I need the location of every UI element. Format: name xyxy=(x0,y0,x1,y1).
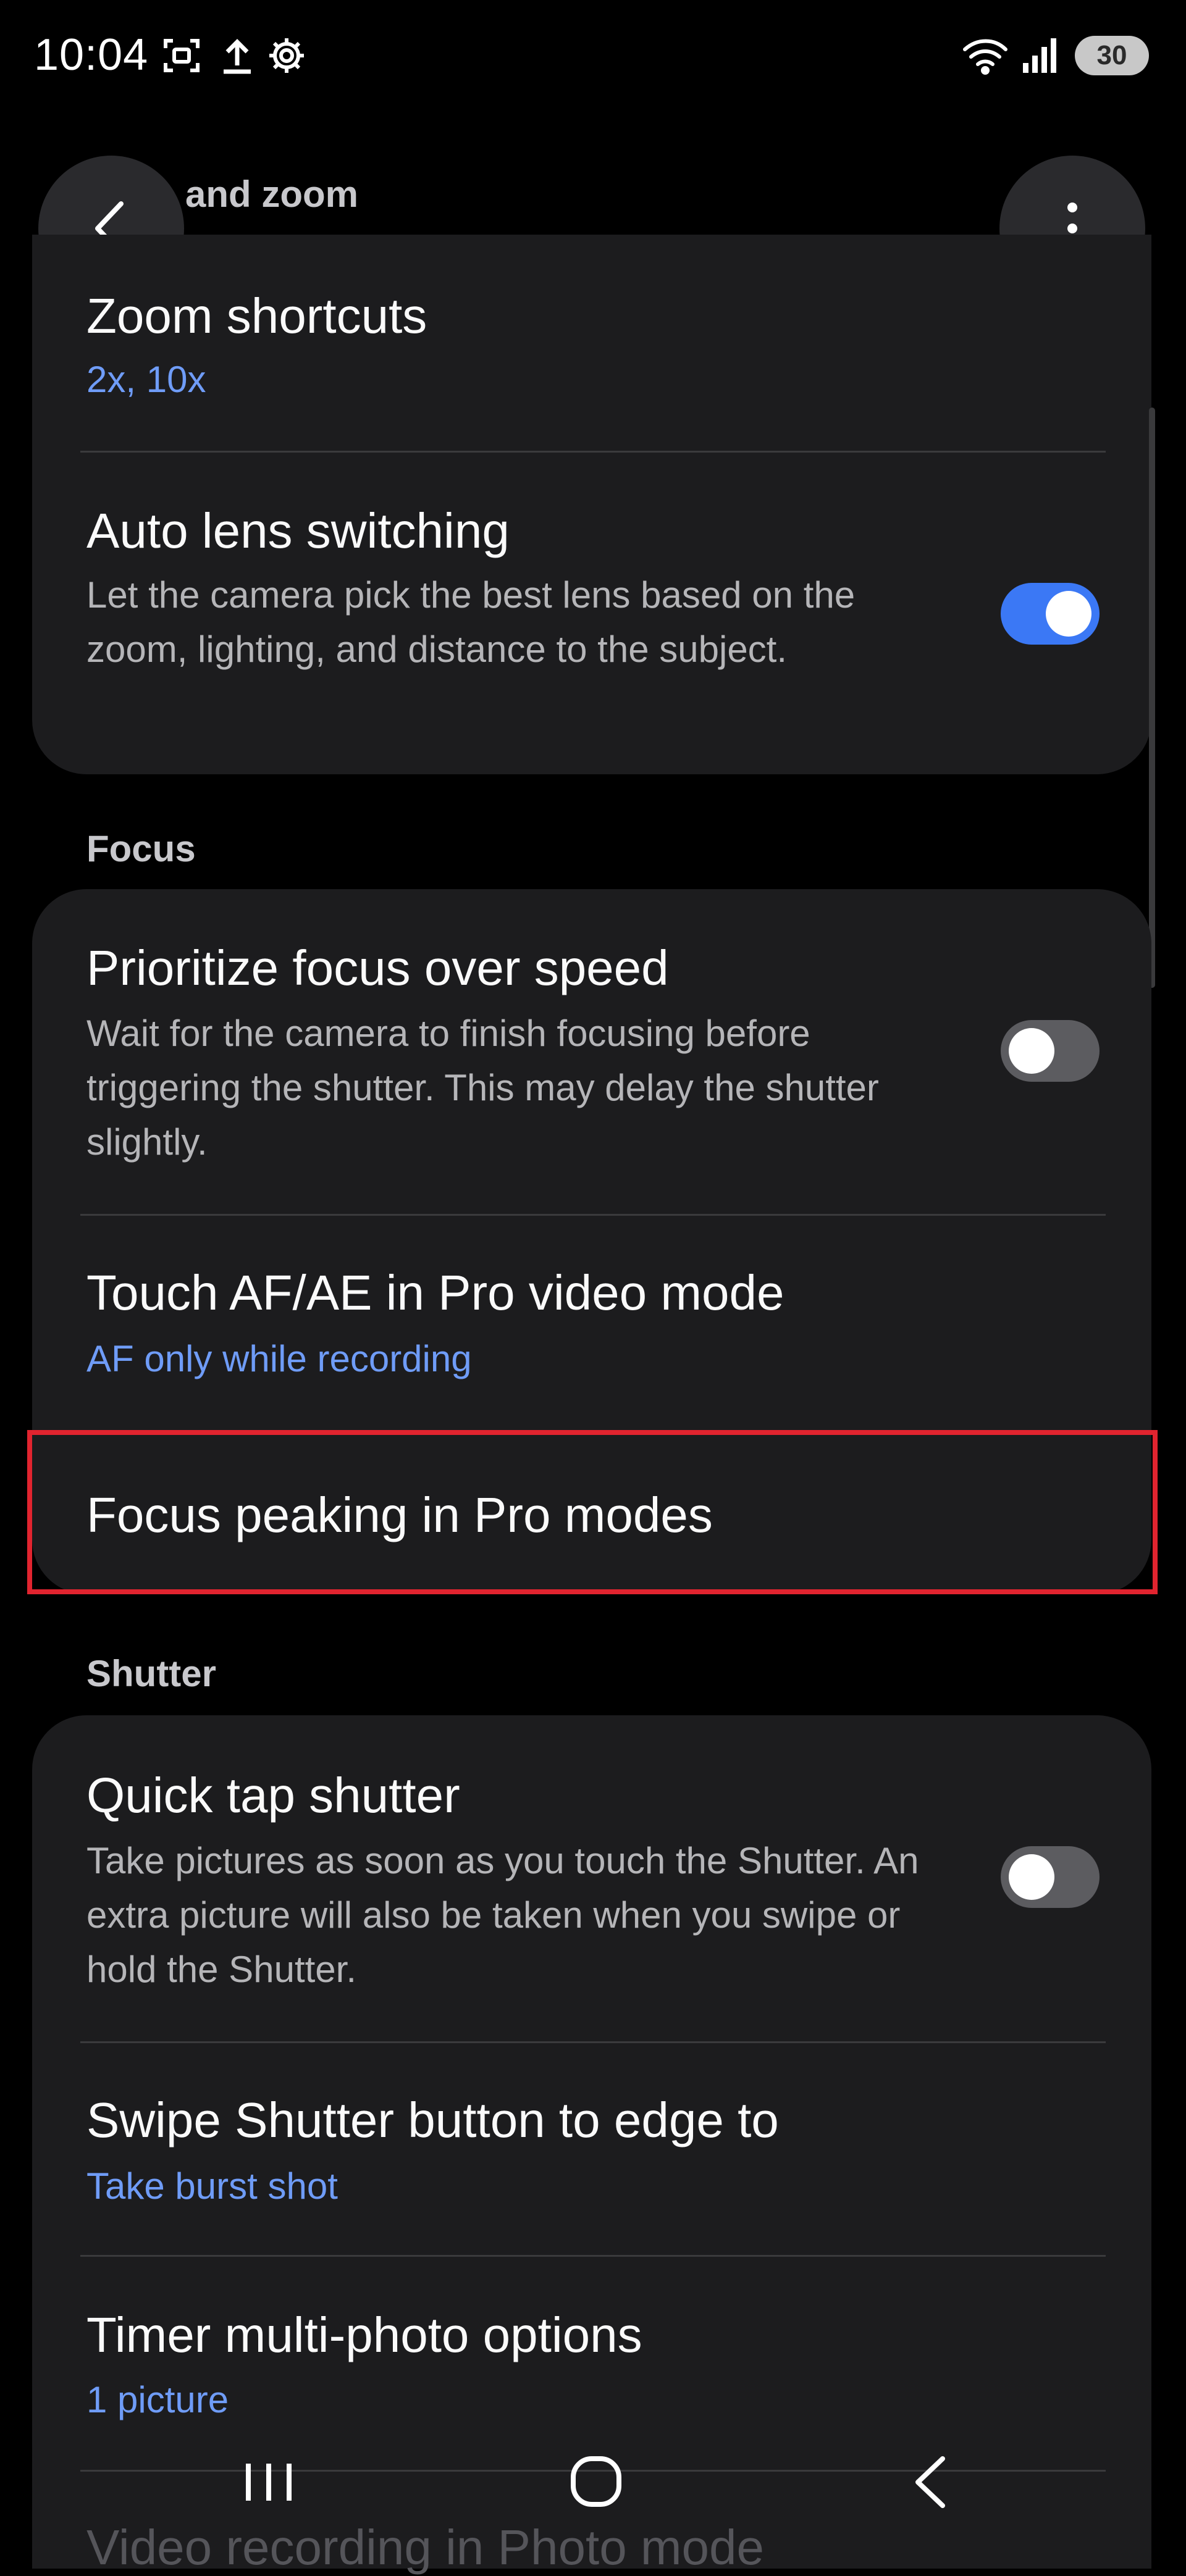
swipe-shutter-row[interactable] xyxy=(32,2044,1151,2254)
signal-icon xyxy=(1022,36,1059,75)
section-header-lens-zoom: and zoom xyxy=(185,174,358,215)
divider xyxy=(80,451,1106,453)
auto-lens-desc: Let the camera pick the best lens based … xyxy=(86,574,856,670)
zoom-shortcuts-value: 2x, 10x xyxy=(86,359,206,400)
quick-tap-desc: Take pictures as soon as you touch the S… xyxy=(86,1840,919,1990)
touch-af-value: AF only while recording xyxy=(86,1338,472,1379)
battery-indicator: 30 xyxy=(1075,36,1149,75)
touch-af-row[interactable] xyxy=(32,1216,1151,1426)
auto-lens-toggle[interactable] xyxy=(1001,583,1100,645)
divider xyxy=(80,1214,1106,1216)
swipe-shutter-title: Swipe Shutter button to edge to xyxy=(86,2093,779,2147)
prioritize-focus-desc: Wait for the camera to finish focusing b… xyxy=(86,1013,879,1163)
upload-icon xyxy=(217,36,257,75)
back-icon[interactable] xyxy=(902,2445,957,2519)
divider xyxy=(80,2041,1106,2043)
section-header-shutter: Shutter xyxy=(86,1653,216,1694)
divider xyxy=(80,2255,1106,2257)
status-time: 10:04 xyxy=(34,30,149,80)
prioritize-focus-title: Prioritize focus over speed xyxy=(86,940,669,995)
section-header-focus: Focus xyxy=(86,828,196,869)
touch-af-title: Touch AF/AE in Pro video mode xyxy=(86,1265,784,1320)
swipe-shutter-value: Take burst shot xyxy=(86,2165,338,2207)
quick-tap-title: Quick tap shutter xyxy=(86,1768,460,1823)
settings-icon xyxy=(267,36,306,75)
prioritize-focus-toggle[interactable] xyxy=(1001,1020,1100,1082)
screenshot-icon xyxy=(162,36,201,75)
timer-options-title: Timer multi-photo options xyxy=(86,2307,642,2362)
auto-lens-title: Auto lens switching xyxy=(86,503,510,558)
recents-icon[interactable] xyxy=(241,2445,296,2519)
quick-tap-toggle[interactable] xyxy=(1001,1846,1100,1908)
wifi-icon xyxy=(961,36,1011,75)
status-bar: 10:04 30 xyxy=(0,0,1186,111)
highlight-box xyxy=(27,1430,1158,1594)
zoom-shortcuts-title: Zoom shortcuts xyxy=(86,288,427,343)
navigation-bar xyxy=(0,2445,1186,2569)
timer-options-value: 1 picture xyxy=(86,2379,229,2420)
home-icon[interactable] xyxy=(568,2445,624,2519)
